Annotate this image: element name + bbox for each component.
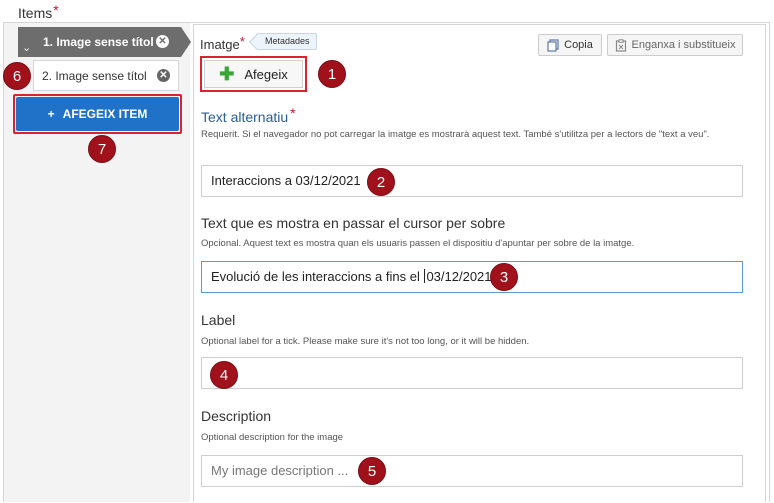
alt-text-label: Text alternatiu * bbox=[201, 105, 296, 125]
copy-button-label: Copia bbox=[564, 39, 593, 51]
item-tab-2-label: 2. Image sense títol bbox=[42, 69, 147, 83]
annotation-badge-4: 4 bbox=[210, 361, 238, 389]
label-field-label: Label bbox=[201, 312, 236, 328]
active-item-arrow bbox=[181, 27, 191, 57]
item-tab-2[interactable]: 2. Image sense títol ✕ bbox=[33, 60, 179, 91]
close-circle-icon[interactable]: ✕ bbox=[157, 69, 170, 82]
add-item-label: AFEGEIX ITEM bbox=[62, 107, 148, 121]
add-image-button[interactable]: ✚ Afegeix bbox=[204, 60, 303, 88]
paste-button-label: Enganxa i substitueix bbox=[631, 39, 736, 51]
add-item-button[interactable]: + AFEGEIX ITEM bbox=[16, 97, 179, 131]
annotation-badge-5: 5 bbox=[358, 457, 386, 485]
label-field-description: Optional label for a tick. Please make s… bbox=[201, 336, 530, 347]
plus-icon: ✚ bbox=[219, 64, 235, 84]
item-tab-1-label: 1. Image sense títol bbox=[43, 35, 154, 49]
close-circle-icon[interactable]: ✕ bbox=[156, 35, 169, 48]
label-input[interactable] bbox=[201, 357, 743, 389]
metadata-tag[interactable]: Metadades bbox=[256, 33, 317, 50]
annotation-badge-6: 6 bbox=[3, 62, 31, 90]
hover-text-description: Opcional. Aquest text es mostra quan els… bbox=[201, 238, 635, 249]
hover-text-value-date: 03/12/2021 bbox=[426, 269, 492, 284]
copy-icon bbox=[547, 38, 559, 52]
description-field-description: Optional description for the image bbox=[201, 432, 344, 443]
annotation-badge-3: 3 bbox=[490, 263, 518, 291]
image-field-label: Imatge* bbox=[200, 34, 245, 52]
plus-icon: + bbox=[47, 107, 55, 121]
hover-text-input[interactable]: Evolució de les interaccions a fins el 0… bbox=[201, 261, 743, 293]
annotation-badge-2: 2 bbox=[367, 168, 395, 196]
alt-text-input[interactable]: Interaccions a 03/12/2021 bbox=[201, 165, 743, 197]
description-placeholder: My image description ... bbox=[211, 463, 349, 478]
description-field-label: Description bbox=[201, 408, 272, 424]
add-image-label: Afegeix bbox=[244, 66, 288, 82]
annotation-badge-1: 1 bbox=[318, 60, 346, 88]
annotation-badge-7: 7 bbox=[88, 135, 116, 163]
hover-text-value: Evolució de les interaccions a fins el bbox=[211, 269, 424, 284]
chevron-down-icon[interactable]: ⌄ bbox=[22, 41, 31, 54]
hover-text-label: Text que es mostra en passar el cursor p… bbox=[201, 215, 506, 231]
items-heading: Items* bbox=[18, 2, 59, 21]
item-tab-1[interactable]: 1. Image sense títol ✕ bbox=[18, 27, 191, 57]
paste-icon bbox=[615, 38, 626, 52]
alt-text-description: Requerit. Si el navegador no pot carrega… bbox=[201, 129, 710, 140]
description-input[interactable]: My image description ... bbox=[201, 455, 743, 487]
alt-text-value: Interaccions a 03/12/2021 bbox=[211, 173, 361, 188]
copy-button[interactable]: Copia bbox=[538, 34, 602, 56]
paste-replace-button[interactable]: Enganxa i substitueix bbox=[607, 34, 743, 56]
